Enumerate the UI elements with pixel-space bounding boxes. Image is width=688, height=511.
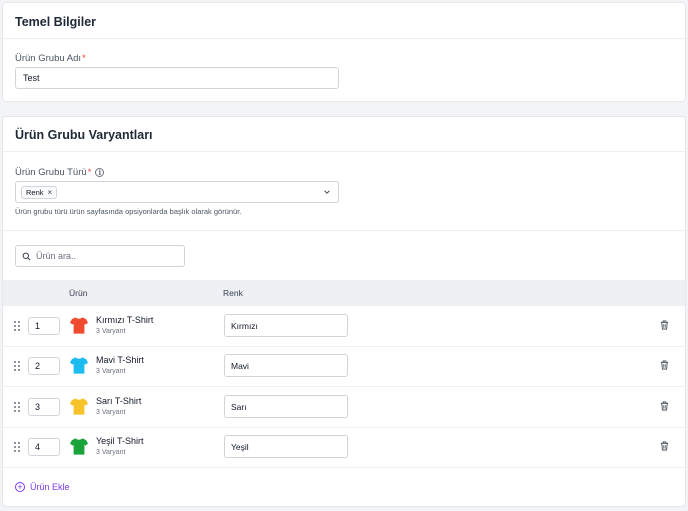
group-type-label: Ürün Grubu Türü * i [15, 167, 105, 178]
table-row: 4 Yeşil T-Shirt 3 Varyant Yeşil [3, 427, 685, 467]
variants-card: Ürün Grubu Varyantları Ürün Grubu Türü * … [2, 116, 686, 507]
product-name: Sarı T-Shirt [96, 396, 142, 406]
tshirt-icon [70, 398, 88, 415]
search-icon [22, 252, 31, 260]
drag-handle-icon[interactable] [14, 402, 21, 412]
product-name: Yeşil T-Shirt [96, 436, 144, 446]
order-input[interactable]: 4 [28, 438, 60, 456]
product-variant-count: 3 Varyant [96, 409, 126, 416]
drag-handle-icon[interactable] [14, 321, 21, 331]
product-variant-count: 3 Varyant [96, 449, 126, 456]
divider [3, 151, 685, 152]
table-row: 2 Mavi T-Shirt 3 Varyant Mavi [3, 346, 685, 386]
color-value: Mavi [231, 360, 249, 371]
trash-icon[interactable] [660, 441, 669, 451]
order-value: 3 [35, 402, 41, 412]
product-name: Kırmızı T-Shirt [96, 315, 154, 325]
tshirt-icon [70, 438, 88, 455]
trash-icon[interactable] [660, 320, 669, 330]
tag-remove-icon[interactable]: × [48, 188, 53, 197]
color-value-input[interactable]: Yeşil [224, 435, 348, 458]
plus-circle-icon: + [15, 482, 25, 492]
divider [3, 230, 685, 231]
required-mark: * [87, 167, 92, 178]
search-placeholder: Ürün ara.. [36, 251, 77, 261]
table-row: 3 Sarı T-Shirt 3 Varyant Sarı [3, 387, 685, 427]
product-name: Mavi T-Shirt [96, 355, 144, 365]
basic-info-title: Temel Bilgiler [15, 15, 97, 29]
divider [3, 467, 685, 468]
group-type-label-text: Ürün Grubu Türü [15, 167, 87, 178]
group-name-label: Ürün Grubu Adı * [15, 53, 86, 64]
product-search-input[interactable]: Ürün ara.. [15, 245, 185, 267]
trash-icon[interactable] [660, 401, 669, 411]
color-value: Yeşil [231, 441, 249, 452]
tshirt-icon [70, 357, 88, 374]
trash-icon[interactable] [660, 360, 669, 370]
table-row: 1 Kırmızı T-Shirt 3 Varyant Kırmızı [3, 306, 685, 346]
add-product-button[interactable]: + Ürün Ekle [15, 482, 70, 492]
color-value-input[interactable]: Sarı [224, 395, 348, 418]
order-input[interactable]: 3 [28, 398, 60, 416]
drag-handle-icon[interactable] [14, 442, 21, 452]
order-value: 1 [35, 321, 41, 331]
color-value-input[interactable]: Kırmızı [224, 314, 348, 337]
order-input[interactable]: 1 [28, 317, 60, 335]
variants-title: Ürün Grubu Varyantları [15, 128, 153, 142]
column-color: Renk [223, 288, 243, 298]
order-value: 2 [35, 361, 41, 371]
table-header: Ürün Renk [3, 280, 685, 306]
type-tag-label: Renk [26, 188, 44, 197]
color-value: Kırmızı [231, 320, 258, 331]
color-value-input[interactable]: Mavi [224, 354, 348, 377]
info-icon[interactable]: i [95, 168, 105, 177]
add-product-label: Ürün Ekle [30, 482, 70, 492]
drag-handle-icon[interactable] [14, 361, 21, 371]
basic-info-card: Temel Bilgiler Ürün Grubu Adı * Test [2, 2, 686, 102]
order-input[interactable]: 2 [28, 357, 60, 375]
group-name-value: Test [23, 73, 40, 83]
type-tag-renk: Renk × [21, 186, 58, 199]
order-value: 4 [35, 442, 41, 452]
chevron-down-icon[interactable] [323, 188, 331, 196]
product-variant-count: 3 Varyant [96, 368, 126, 375]
required-mark: * [82, 53, 86, 64]
group-name-label-text: Ürün Grubu Adı [15, 53, 82, 64]
group-type-select[interactable]: Renk × [15, 181, 339, 203]
divider [3, 38, 685, 39]
group-type-help-text: Ürün grubu türü ürün sayfasında opsiyonl… [15, 207, 242, 216]
product-variant-count: 3 Varyant [96, 328, 126, 335]
color-value: Sarı [231, 401, 247, 412]
group-name-input[interactable]: Test [15, 67, 339, 89]
column-product: Ürün [69, 288, 88, 298]
tshirt-icon [70, 317, 88, 334]
